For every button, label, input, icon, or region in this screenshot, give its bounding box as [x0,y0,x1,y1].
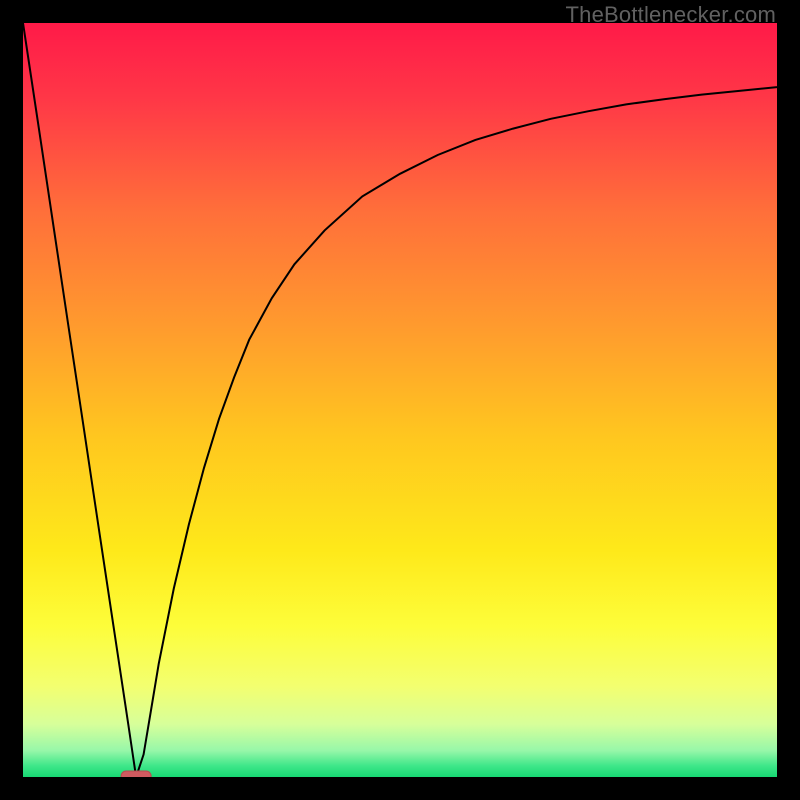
plot-area [23,23,777,777]
chart-frame: TheBottlenecker.com [0,0,800,800]
gradient-background [23,23,777,777]
optimal-point-marker [121,771,151,777]
bottleneck-curve-chart [23,23,777,777]
